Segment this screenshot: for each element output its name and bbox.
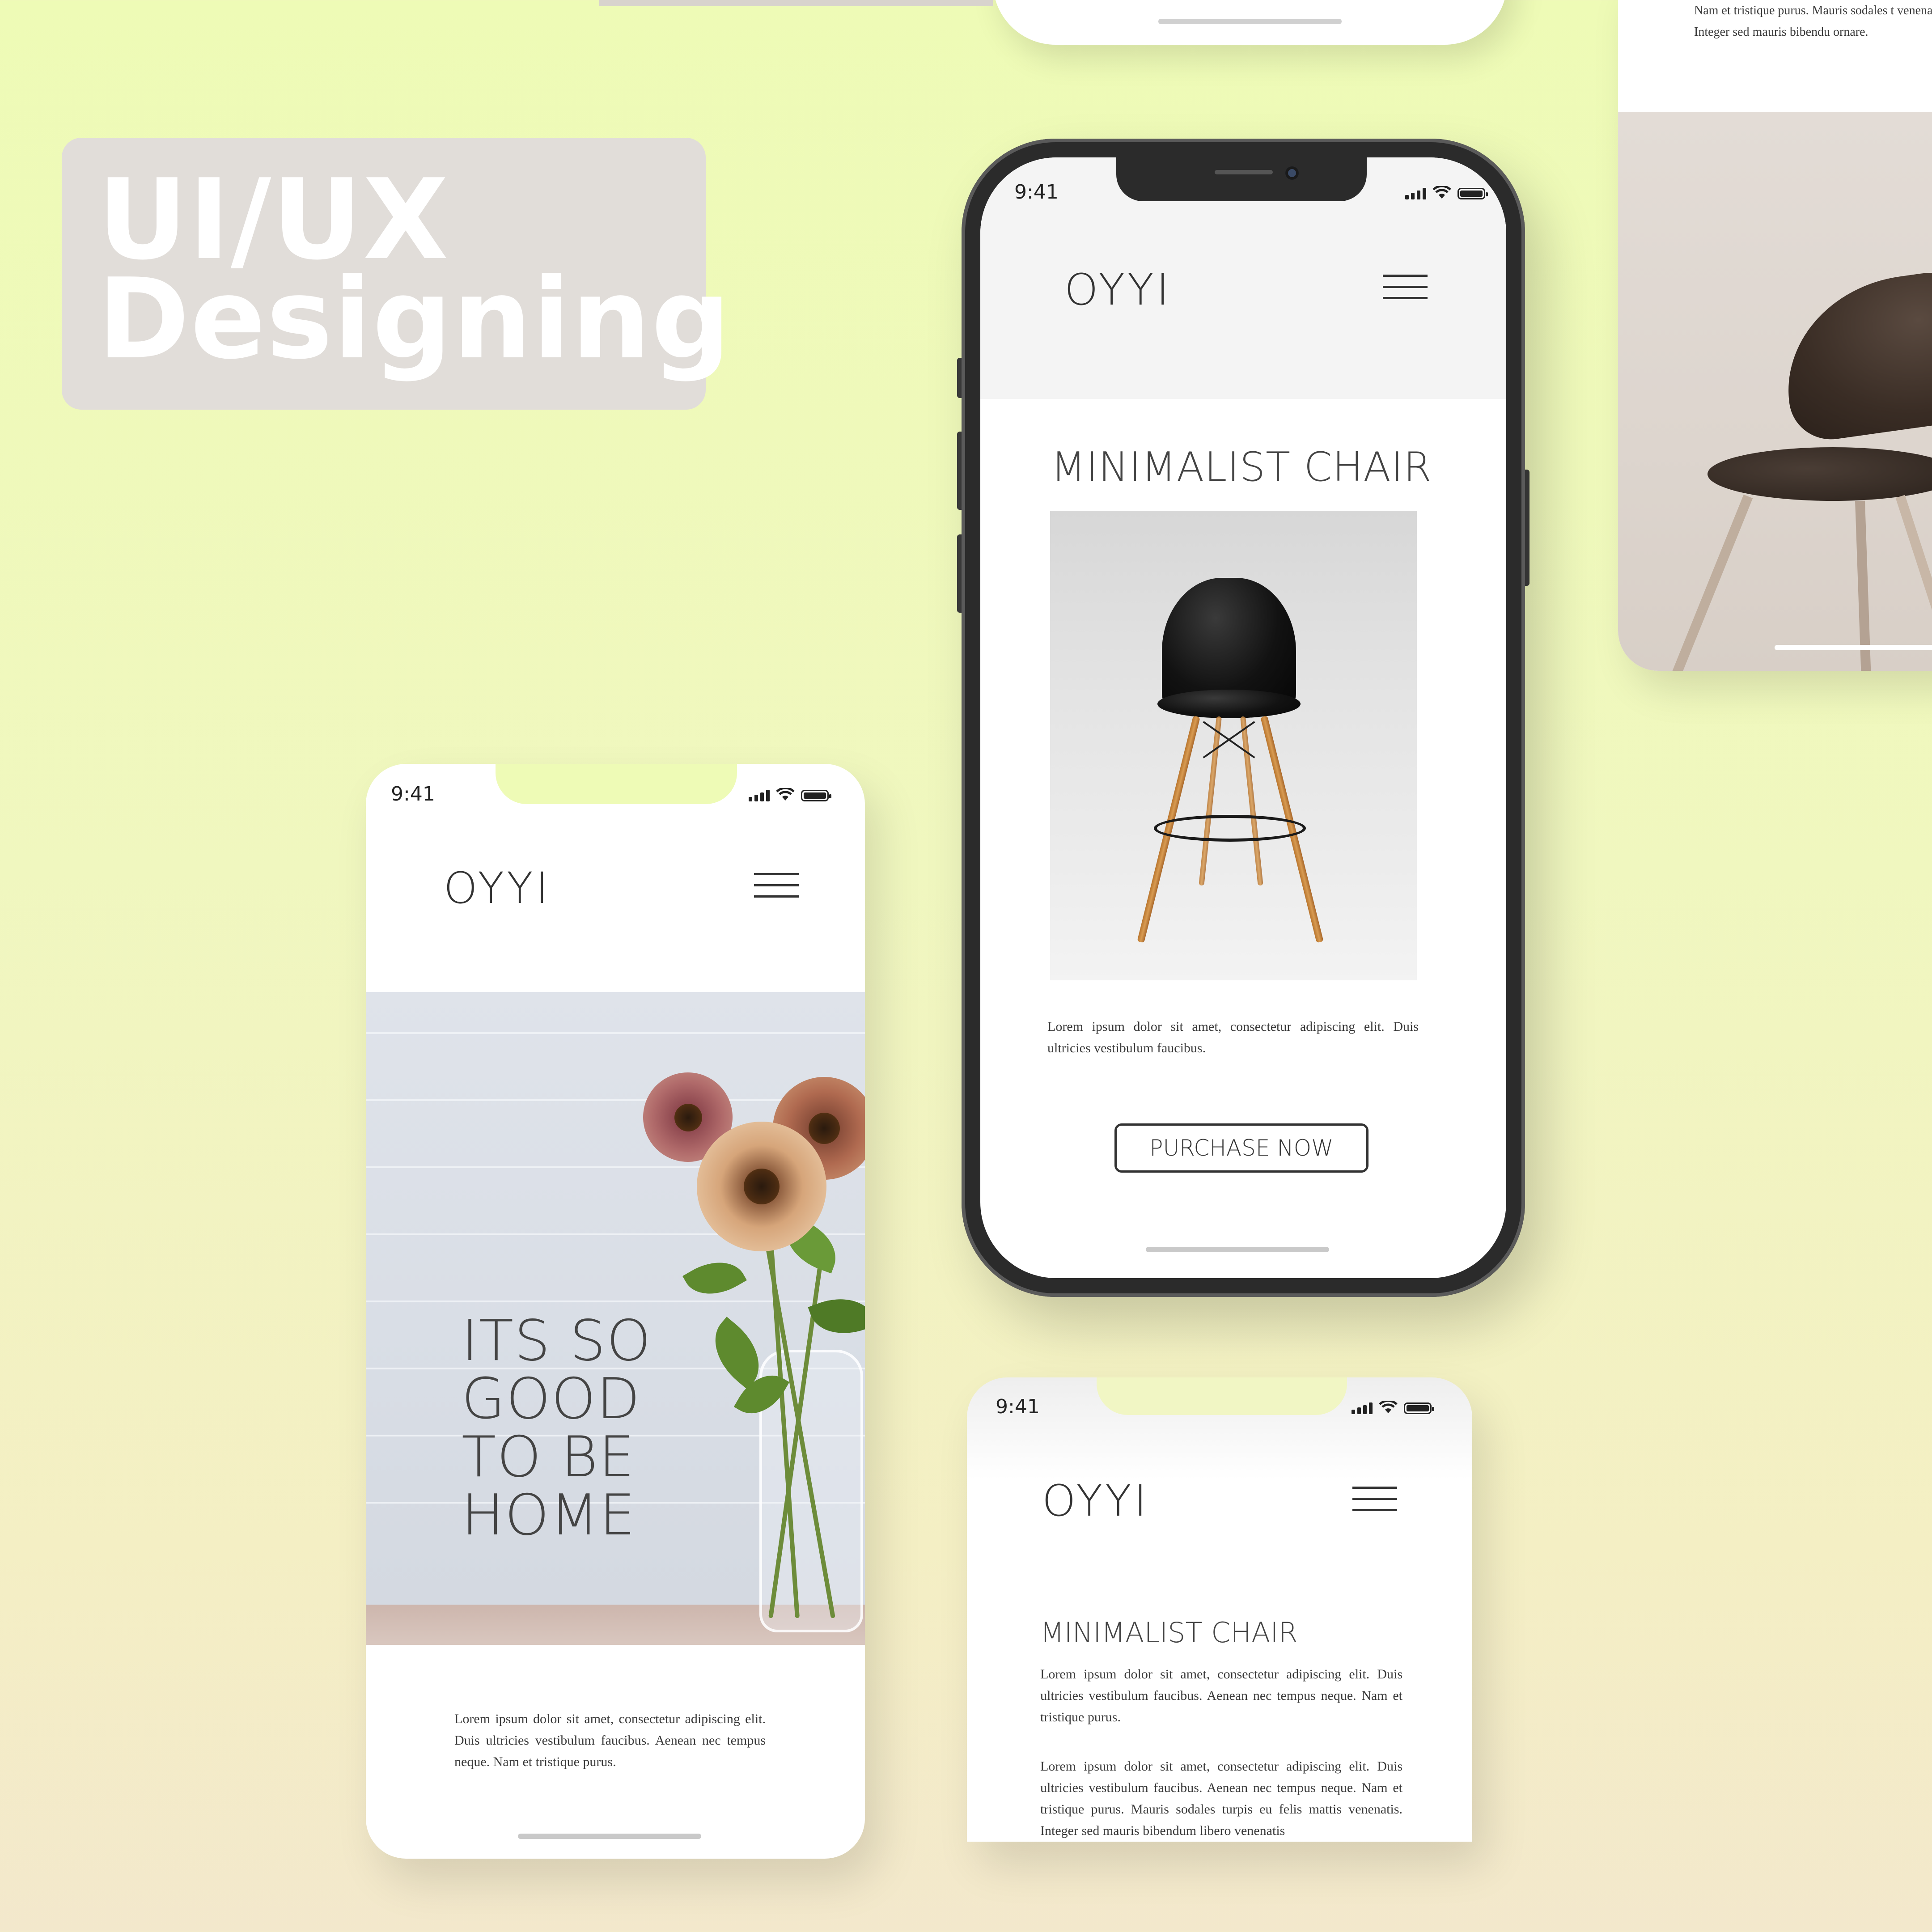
- home-indicator: [1775, 645, 1932, 650]
- status-time: 9:41: [996, 1395, 1040, 1418]
- intro-paragraph: Lorem ipsum dolor sit amet, consectetur …: [454, 1712, 766, 1769]
- center-phone: 9:41 OYYI MINIMALIST CHAIR Lorem ipsum d…: [962, 139, 1525, 1297]
- cellular-signal-icon: [1352, 1402, 1373, 1414]
- wifi-icon: [1379, 1401, 1398, 1413]
- center-phone-screen: 9:41 OYYI MINIMALIST CHAIR Lorem ipsum d…: [980, 157, 1506, 1278]
- chair-footrest: [1154, 815, 1306, 842]
- badge-title-line2: Designing: [97, 255, 732, 384]
- chair-leg: [1895, 495, 1932, 671]
- left-phone: 9:41 OYYI ITS SO GOOD TO BE HOME Lorem i…: [366, 764, 865, 1859]
- right-phone-cropped: Nam et tristique purus. Mauris sodales t…: [1618, 0, 1932, 671]
- chair-leg: [1671, 494, 1753, 671]
- app-logo[interactable]: OYYI: [444, 863, 551, 913]
- product-paragraph-2: Lorem ipsum dolor sit amet, consectetur …: [1040, 1759, 1402, 1838]
- purchase-now-label: PURCHASE NOW: [1149, 1135, 1334, 1161]
- purchase-now-button[interactable]: PURCHASE NOW: [1114, 1123, 1368, 1173]
- cellular-signal-icon: [749, 790, 770, 801]
- app-logo[interactable]: OYYI: [1064, 265, 1172, 315]
- hero-line: GOOD: [462, 1366, 641, 1432]
- bottom-phone: 9:41 OYYI MINIMALIST CHAIR Lorem ipsum d…: [967, 1377, 1472, 1842]
- battery-icon: [1457, 188, 1488, 199]
- camera-icon: [1285, 166, 1299, 180]
- home-indicator: [1158, 19, 1342, 24]
- chair-shell: [1774, 262, 1932, 445]
- chair-seat: [1157, 690, 1301, 718]
- product-description: Lorem ipsum dolor sit amet, consectetur …: [1047, 1019, 1419, 1055]
- battery-icon: [1404, 1402, 1434, 1414]
- wifi-icon: [1432, 186, 1451, 199]
- app-logo[interactable]: OYYI: [1042, 1476, 1149, 1526]
- phone-notch: [1116, 157, 1367, 201]
- home-indicator: [518, 1834, 701, 1839]
- hero-line: TO BE: [462, 1424, 636, 1490]
- top-phone-cropped: [993, 0, 1507, 45]
- status-time: 9:41: [391, 783, 435, 805]
- battery-icon: [801, 790, 831, 801]
- hero-line: ITS SO: [462, 1308, 652, 1373]
- chair-photo-brown: [1618, 112, 1932, 671]
- phone-notch: [1097, 1377, 1347, 1415]
- hero-line: HOME: [462, 1482, 636, 1548]
- status-icons: [749, 788, 831, 801]
- chair-leg: [1199, 716, 1222, 886]
- product-paragraph-1: Lorem ipsum dolor sit amet, consectetur …: [1040, 1667, 1402, 1724]
- wifi-icon: [776, 788, 795, 801]
- hamburger-menu-icon[interactable]: [1383, 275, 1428, 308]
- product-title: MINIMALIST CHAIR: [1051, 444, 1432, 491]
- status-icons: [1352, 1401, 1434, 1414]
- top-strip-cropped: [599, 0, 993, 6]
- cellular-signal-icon: [1405, 188, 1426, 199]
- speaker-icon: [1215, 170, 1273, 174]
- status-icons: [1405, 186, 1488, 199]
- hero-headline: ITS SO GOOD TO BE HOME: [462, 1312, 652, 1544]
- home-indicator: [1146, 1247, 1329, 1252]
- phone-notch: [496, 764, 737, 804]
- chair-leg: [1240, 716, 1263, 886]
- chair-seat: [1707, 447, 1932, 501]
- product-title: MINIMALIST CHAIR: [1040, 1616, 1298, 1649]
- hamburger-menu-icon[interactable]: [754, 873, 799, 907]
- status-time: 9:41: [1014, 181, 1059, 203]
- chair-photo-black: [1050, 511, 1417, 980]
- title-badge: UI/UX Designing: [62, 138, 731, 410]
- right-phone-text: Nam et tristique purus. Mauris sodales t…: [1694, 4, 1932, 39]
- hamburger-menu-icon[interactable]: [1352, 1487, 1397, 1520]
